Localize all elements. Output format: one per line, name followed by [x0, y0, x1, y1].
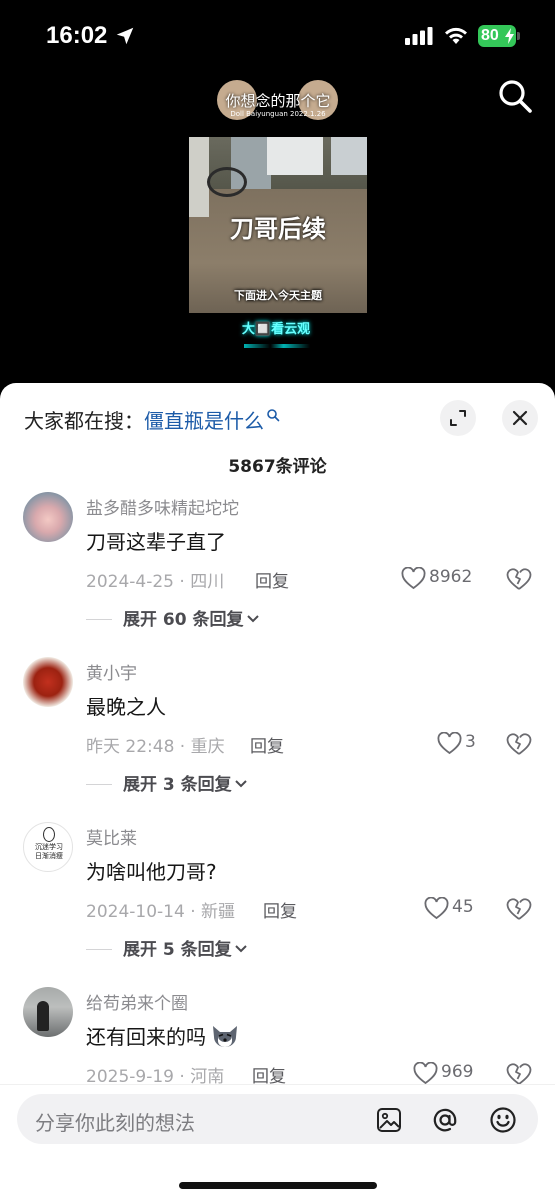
search-small-icon [267, 409, 280, 422]
chevron-down-icon [234, 945, 247, 953]
status-time: 16:02 [46, 22, 108, 49]
avatar[interactable] [23, 987, 73, 1037]
dislike-heart-icon[interactable] [506, 897, 532, 921]
video-channel-logo: 大🔲看云观 [241, 322, 311, 337]
video-container-gray [331, 137, 367, 175]
fullscreen-button[interactable] [440, 400, 476, 436]
expand-replies-label: 展开 60 条回复 [123, 610, 244, 630]
video-logo-bar [244, 344, 310, 348]
expand-replies[interactable]: 展开 3 条回复 [86, 770, 247, 795]
heart-icon [437, 732, 462, 755]
battery-cap [517, 32, 520, 40]
reply-button[interactable]: 回复 [250, 732, 284, 757]
location-arrow-icon [116, 27, 134, 45]
close-icon [512, 410, 528, 426]
watermark-title: 你想念的那个它 [225, 92, 331, 110]
comment-username[interactable]: 盐多醋多味精起坨坨 [86, 494, 239, 519]
emoji-icon[interactable] [489, 1106, 517, 1134]
comment-username[interactable]: 给苟弟来个圈 [86, 989, 188, 1014]
reply-button[interactable]: 回复 [255, 567, 289, 592]
watermark-subtitle: Doll Baiyunguan 2022.1.26 [230, 110, 326, 118]
comment-input-placeholder: 分享你此刻的想法 [35, 1111, 195, 1135]
reply-button[interactable]: 回复 [263, 897, 297, 922]
comment-meta: 2024-10-14 · 新疆 [86, 902, 236, 922]
wifi-icon [445, 27, 467, 44]
cellular-signal-icon [405, 27, 433, 45]
expand-icon [450, 410, 466, 426]
expand-line [86, 619, 112, 620]
heart-icon [424, 897, 449, 920]
video-subtitle: 下面进入今天主题 [234, 289, 322, 302]
battery-indicator: 80 [478, 25, 516, 47]
image-icon[interactable] [375, 1106, 403, 1134]
expand-replies-label: 展开 3 条回复 [123, 775, 232, 795]
close-button[interactable] [502, 400, 538, 436]
comment-input[interactable]: 分享你此刻的想法 [17, 1094, 538, 1144]
comment-text-body: 还有回来的吗 [86, 1025, 206, 1049]
hot-search-keyword[interactable]: 僵直瓶是什么 [144, 409, 264, 433]
video-bicycle [207, 167, 247, 197]
charging-bolt-icon [505, 28, 514, 44]
comment-count: 5867条评论 [228, 457, 327, 477]
chevron-down-icon [234, 780, 247, 788]
comment-text[interactable]: 最晚之人 [86, 691, 166, 720]
expand-replies[interactable]: 展开 5 条回复 [86, 935, 247, 960]
status-bar: 16:02 80 [0, 0, 555, 72]
avatar[interactable]: 沉迷学习 日渐消瘦 [23, 822, 73, 872]
avatar-figure [37, 1001, 49, 1031]
comment-text[interactable]: 还有回来的吗 [86, 1021, 240, 1050]
like-count: 8962 [429, 567, 473, 587]
like-count: 969 [441, 1062, 474, 1082]
dislike-heart-icon[interactable] [506, 732, 532, 756]
hot-search-prefix: 大家都在搜： [24, 409, 144, 433]
comment-username[interactable]: 黄小宇 [86, 659, 137, 684]
expand-line [86, 784, 112, 785]
comments-panel: 大家都在搜：僵直瓶是什么 5867条评论 盐多醋多味精起坨坨 刀哥这辈子直了 2… [0, 383, 555, 1200]
heart-icon [401, 567, 426, 590]
comment-text[interactable]: 刀哥这辈子直了 [86, 526, 226, 555]
comment-input-bar: 分享你此刻的想法 [0, 1084, 555, 1200]
video-watermark: 你想念的那个它 Doll Baiyunguan 2022.1.26 [214, 80, 342, 122]
avatar-text: 沉迷学习 日渐消瘦 [35, 843, 63, 860]
comment-item: 沉迷学习 日渐消瘦 莫比莱 为啥叫他刀哥? 2024-10-14 · 新疆 回复… [0, 822, 555, 972]
video-container-white [267, 137, 323, 175]
comment-meta: 2024-4-25 · 四川 [86, 572, 225, 592]
dislike-heart-icon[interactable] [506, 1062, 532, 1086]
dislike-heart-icon[interactable] [506, 567, 532, 591]
comment-username[interactable]: 莫比莱 [86, 824, 137, 849]
husky-emoji-icon [213, 1026, 237, 1047]
comment-meta: 昨天 22:48 · 重庆 [86, 737, 225, 757]
search-icon[interactable] [497, 78, 533, 114]
battery-level: 80 [481, 27, 499, 44]
home-indicator[interactable] [179, 1182, 377, 1189]
comment-item: 黄小宇 最晚之人 昨天 22:48 · 重庆 回复 3 展开 3 条回复 [0, 657, 555, 807]
expand-replies-label: 展开 5 条回复 [123, 940, 232, 960]
video-wall [189, 137, 209, 217]
expand-line [86, 949, 112, 950]
like-count: 45 [452, 897, 474, 917]
chevron-down-icon [246, 615, 259, 623]
hot-search[interactable]: 大家都在搜：僵直瓶是什么 [24, 405, 280, 434]
heart-icon [413, 1062, 438, 1085]
expand-replies[interactable]: 展开 60 条回复 [86, 605, 259, 630]
mention-icon[interactable] [431, 1106, 459, 1134]
video-player[interactable]: 刀哥后续 下面进入今天主题 [189, 137, 367, 313]
comment-text[interactable]: 为啥叫他刀哥? [86, 856, 217, 885]
avatar[interactable] [23, 492, 73, 542]
avatar[interactable] [23, 657, 73, 707]
avatar-sketch-head [43, 827, 55, 842]
comment-item: 盐多醋多味精起坨坨 刀哥这辈子直了 2024-4-25 · 四川 回复 8962… [0, 492, 555, 642]
like-count: 3 [465, 732, 476, 752]
video-caption: 刀哥后续 [230, 215, 326, 243]
